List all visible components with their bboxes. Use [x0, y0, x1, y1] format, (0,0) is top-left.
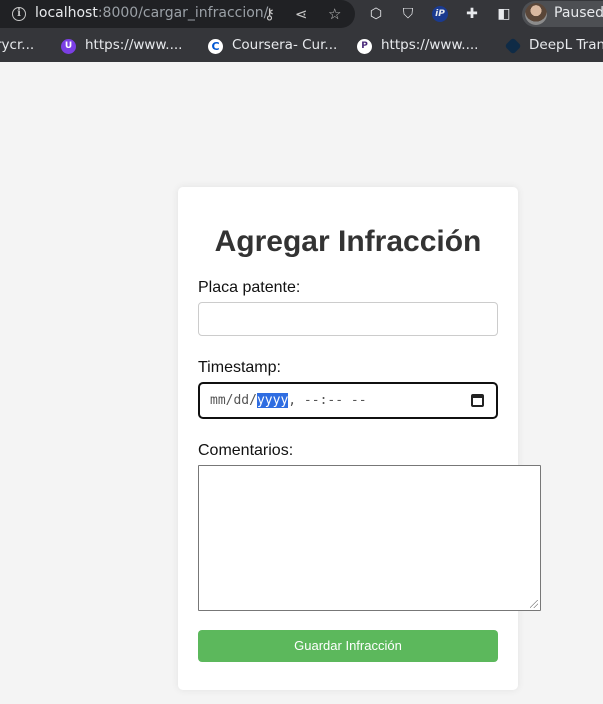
timestamp-label: Timestamp:	[198, 359, 281, 376]
extensions-puzzle-icon[interactable]: ✚	[462, 4, 482, 24]
timestamp-date-part: mm/dd/	[210, 393, 257, 408]
page-title: Agregar Infracción	[214, 225, 482, 258]
timestamp-value: mm/dd/yyyy, --:-- --	[210, 393, 367, 408]
share-icon[interactable]: ⋖	[295, 4, 308, 24]
p-circle-icon: P	[357, 39, 372, 54]
ip-extension-icon[interactable]: iP	[432, 6, 448, 22]
shield-u-icon: U	[61, 39, 76, 54]
bookmark-item-5[interactable]: DeepL Tran	[529, 37, 603, 53]
key-icon[interactable]: ⚷	[264, 4, 275, 24]
browser-chrome: i localhost:8000/cargar_infraccion/ ⚷ ⋖ …	[0, 0, 603, 62]
placa-label: Placa patente:	[198, 279, 301, 296]
avatar	[525, 3, 547, 25]
placa-input[interactable]	[198, 302, 498, 336]
bookmark-item-1[interactable]: rycr...	[0, 37, 34, 53]
coursera-icon: C	[208, 39, 223, 54]
resize-handle-icon[interactable]	[530, 600, 538, 608]
timestamp-time-part: , --:-- --	[288, 393, 367, 408]
timestamp-input[interactable]: mm/dd/yyyy, --:-- --	[198, 382, 498, 419]
cube-extension-icon[interactable]: ⬡	[366, 4, 386, 24]
deepl-icon	[504, 37, 522, 55]
comentarios-label: Comentarios:	[198, 442, 294, 459]
comentarios-textarea[interactable]	[198, 465, 541, 611]
site-info-icon[interactable]: i	[12, 7, 26, 21]
address-bar[interactable]: i localhost:8000/cargar_infraccion/ ⚷ ⋖ …	[0, 0, 355, 28]
save-infraccion-button[interactable]: Guardar Infracción	[198, 630, 498, 662]
url-text[interactable]: localhost:8000/cargar_infraccion/	[35, 5, 268, 21]
profile-button[interactable]: Paused	[522, 1, 603, 27]
bookmarks-bar: rycr... U https://www.... C Coursera- Cu…	[0, 33, 603, 59]
profile-status: Paused	[554, 5, 603, 21]
side-panel-icon[interactable]: ◧	[494, 4, 514, 24]
shield-extension-icon[interactable]: ⛉	[398, 4, 418, 24]
bookmark-item-2[interactable]: https://www....	[85, 37, 182, 53]
bookmark-item-4[interactable]: https://www....	[381, 37, 478, 53]
form-card: Agregar Infracción Placa patente: Timest…	[178, 187, 541, 690]
calendar-icon[interactable]	[471, 394, 484, 407]
url-host: localhost	[35, 5, 98, 21]
timestamp-year-segment[interactable]: yyyy	[256, 393, 289, 408]
url-path: :8000/cargar_infraccion/	[97, 5, 269, 21]
bookmark-item-3[interactable]: Coursera- Cur...	[232, 37, 337, 53]
bookmark-star-icon[interactable]: ☆	[328, 4, 341, 24]
